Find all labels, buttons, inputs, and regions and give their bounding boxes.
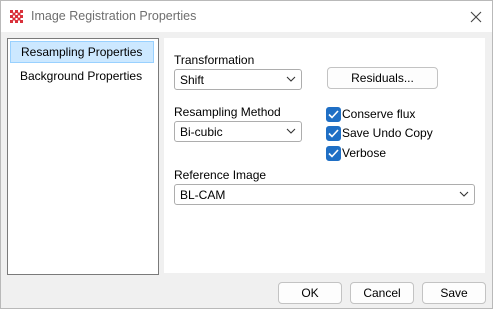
checkbox-label: Save Undo Copy <box>342 126 433 140</box>
nav-item-resampling-properties[interactable]: Resampling Properties <box>10 41 154 63</box>
cancel-button[interactable]: Cancel <box>350 282 414 304</box>
conserve-flux-checkbox[interactable]: Conserve flux <box>326 107 436 122</box>
save-button[interactable]: Save <box>422 282 486 304</box>
close-button[interactable] <box>464 5 488 29</box>
checkbox-label: Conserve flux <box>342 107 416 121</box>
nav-item-label: Resampling Properties <box>21 45 143 59</box>
nav-item-label: Background Properties <box>20 69 143 83</box>
checkbox-label: Verbose <box>342 146 387 160</box>
residuals-button[interactable]: Residuals... <box>327 67 438 89</box>
properties-nav-list: Resampling Properties Background Propert… <box>7 38 159 275</box>
app-grid-icon <box>9 9 25 25</box>
chevron-down-icon <box>286 128 296 134</box>
verbose-checkbox[interactable]: Verbose <box>326 146 436 161</box>
reference-image-label: Reference Image <box>174 168 267 182</box>
save-undo-copy-checkbox[interactable]: Save Undo Copy <box>326 126 436 141</box>
checkbox-checked-icon <box>326 126 341 141</box>
resampling-method-dropdown[interactable]: Bi-cubic <box>174 121 302 142</box>
transformation-dropdown[interactable]: Shift <box>174 69 302 90</box>
checkbox-checked-icon <box>326 146 341 161</box>
window-title: Image Registration Properties <box>31 9 197 23</box>
chevron-down-icon <box>459 191 469 197</box>
checkbox-checked-icon <box>326 107 341 122</box>
chevron-down-icon <box>286 76 296 82</box>
dialog-window: Image Registration Properties Resampling… <box>0 0 493 309</box>
nav-item-background-properties[interactable]: Background Properties <box>10 66 154 88</box>
resampling-method-label: Resampling Method <box>174 105 281 119</box>
transformation-value: Shift <box>180 73 205 87</box>
ok-button[interactable]: OK <box>278 282 342 304</box>
settings-panel: Transformation Shift Residuals... Resamp… <box>164 38 485 273</box>
close-icon <box>470 11 482 23</box>
reference-image-dropdown[interactable]: BL-CAM <box>174 184 475 205</box>
resampling-method-value: Bi-cubic <box>180 125 223 139</box>
title-bar: Image Registration Properties <box>1 1 492 32</box>
reference-image-value: BL-CAM <box>180 188 226 202</box>
transformation-label: Transformation <box>174 53 255 67</box>
